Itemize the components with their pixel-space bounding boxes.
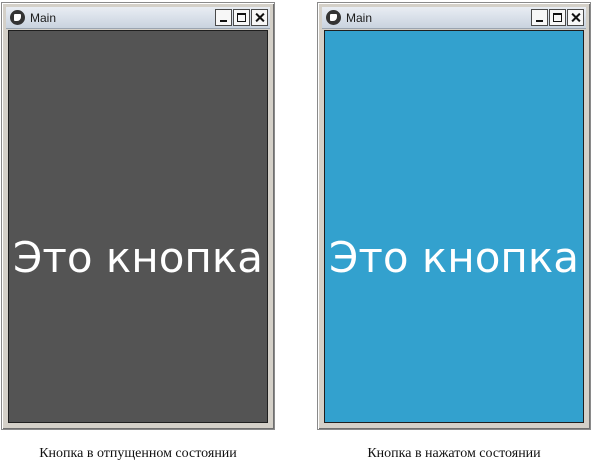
window-controls [531,9,584,26]
main-button-label: Это кнопка [329,233,579,282]
figure-caption: Кнопка в отпущенном состоянии [39,446,237,461]
app-logo-icon[interactable] [326,10,341,25]
window-client-area: Это кнопка [8,30,268,423]
maximize-icon[interactable] [549,9,566,26]
app-window-pressed: Main Это кнопка [317,2,591,430]
minimize-icon[interactable] [215,9,232,26]
main-button[interactable]: Это кнопка [9,31,267,422]
minimize-icon[interactable] [531,9,548,26]
maximize-icon[interactable] [233,9,250,26]
title-bar[interactable]: Main [6,7,270,29]
window-title: Main [346,11,373,25]
window-controls [215,9,268,26]
figure-caption: Кнопка в нажатом состоянии [367,446,541,461]
title-bar[interactable]: Main [322,7,586,29]
main-button[interactable]: Это кнопка [325,31,583,422]
window-client-area: Это кнопка [324,30,584,423]
app-window-released: Main Это кнопка [1,2,275,430]
close-icon[interactable] [251,9,268,26]
app-logo-icon[interactable] [10,10,25,25]
window-title: Main [30,11,57,25]
main-button-label: Это кнопка [13,233,263,282]
close-icon[interactable] [567,9,584,26]
